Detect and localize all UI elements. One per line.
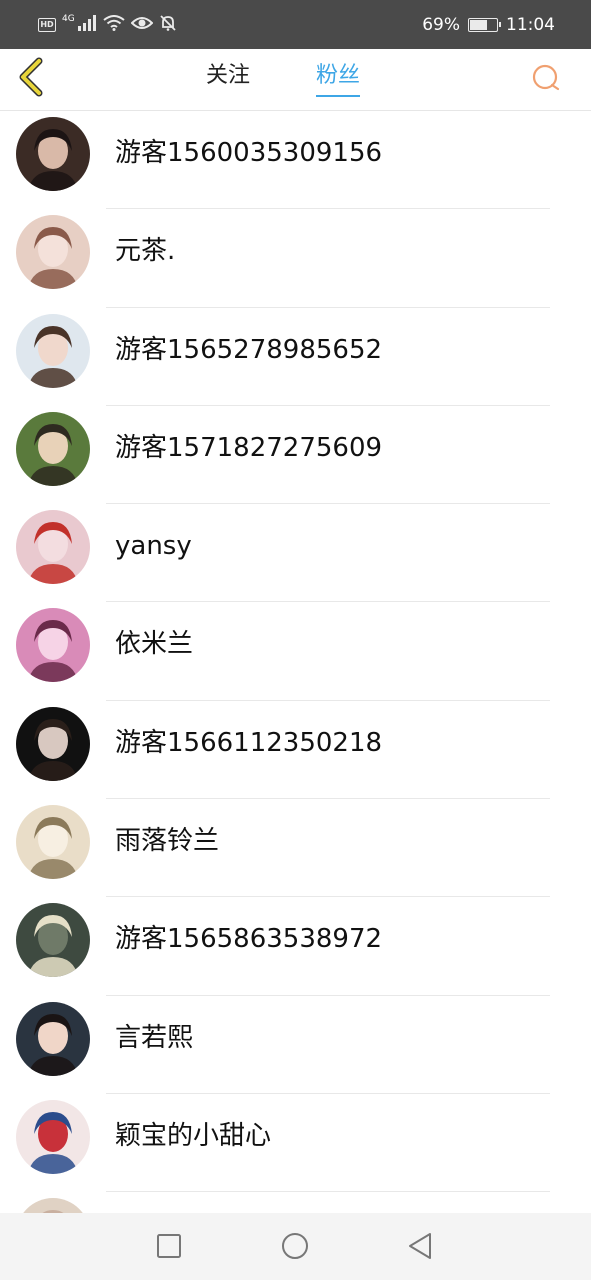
fan-list-item[interactable]: yansy — [0, 504, 591, 603]
avatar[interactable] — [16, 411, 90, 486]
battery-fill — [470, 20, 488, 30]
avatar[interactable] — [16, 1099, 90, 1174]
avatar[interactable] — [16, 1198, 90, 1213]
signal-icon — [77, 15, 97, 35]
header: 关注 粉丝 — [0, 49, 591, 111]
fan-list[interactable]: 游客1560035309156 元茶. 游客1565278985652 游客15718… — [0, 111, 591, 1213]
fan-name: 游客1565278985652 — [115, 334, 383, 365]
fan-name: 颖宝的小甜心 — [115, 1120, 272, 1151]
recent-apps-icon — [157, 1234, 181, 1258]
fan-name: 依米兰 — [115, 629, 194, 660]
fan-name: yansy — [115, 531, 192, 562]
avatar[interactable] — [16, 215, 90, 290]
avatar[interactable] — [16, 510, 90, 585]
wifi-icon — [103, 15, 125, 35]
fan-list-item[interactable]: 颖宝的小甜心 — [0, 1094, 591, 1193]
tab-fans[interactable]: 粉丝 — [316, 59, 361, 99]
battery-percent: 69% — [422, 15, 460, 35]
back-nav-button[interactable] — [405, 1231, 435, 1261]
fan-list-item[interactable]: 游客1566112350218 — [0, 701, 591, 800]
search-icon — [532, 64, 560, 91]
fan-list-item[interactable]: 依米兰 — [0, 602, 591, 701]
fan-list-item[interactable]: 游客1565863538972 — [0, 897, 591, 996]
status-left-icons: HD 4G — [38, 14, 177, 36]
fan-list-item[interactable]: 元茶. — [0, 209, 591, 308]
fan-name: 游客1565863538972 — [115, 924, 383, 955]
tab-fans-label: 粉丝 — [316, 63, 361, 88]
avatar[interactable] — [16, 805, 90, 880]
back-triangle-icon — [409, 1233, 431, 1259]
eye-icon — [130, 15, 154, 35]
fan-list-item[interactable]: 言若熙 — [0, 996, 591, 1094]
avatar[interactable] — [16, 117, 90, 191]
avatar[interactable] — [16, 1001, 90, 1076]
clock: 11:04 — [506, 15, 555, 35]
avatar[interactable] — [16, 313, 90, 388]
fan-list-item[interactable]: 游客1571827275609 — [0, 406, 591, 505]
network-label: 4G — [62, 14, 75, 24]
fan-name: 游客1566112350218 — [115, 727, 383, 758]
fan-list-item[interactable]: 雨落铃兰 — [0, 799, 591, 898]
fan-name: 言若熙 — [115, 1022, 194, 1053]
status-right: 69% 11:04 — [422, 12, 555, 38]
tab-follow-label: 关注 — [206, 63, 251, 88]
fan-list-item[interactable] — [0, 1192, 591, 1213]
navigation-bar — [0, 1213, 591, 1280]
hd-badge: HD — [38, 18, 56, 32]
fan-name: 元茶. — [115, 236, 176, 267]
battery-icon — [468, 18, 501, 32]
fan-name: 游客1560035309156 — [115, 138, 383, 168]
recent-apps-button[interactable] — [154, 1231, 184, 1261]
avatar[interactable] — [16, 706, 90, 781]
back-button[interactable] — [14, 55, 50, 99]
mute-icon — [159, 14, 177, 36]
tab-follow[interactable]: 关注 — [206, 59, 250, 99]
search-button[interactable] — [527, 59, 565, 97]
home-button[interactable] — [280, 1231, 310, 1261]
avatar[interactable] — [16, 608, 90, 683]
fan-list-item[interactable]: 游客1565278985652 — [0, 308, 591, 406]
fan-list-item[interactable]: 游客1560035309156 — [0, 111, 591, 210]
fan-name: 游客1571827275609 — [115, 432, 383, 463]
avatar[interactable] — [16, 903, 90, 978]
tab-active-indicator — [316, 95, 361, 97]
home-icon — [282, 1233, 308, 1259]
fan-name: 雨落铃兰 — [115, 826, 220, 857]
chevron-left-icon — [19, 57, 43, 97]
status-bar: HD 4G 69% 11:04 — [0, 0, 591, 49]
